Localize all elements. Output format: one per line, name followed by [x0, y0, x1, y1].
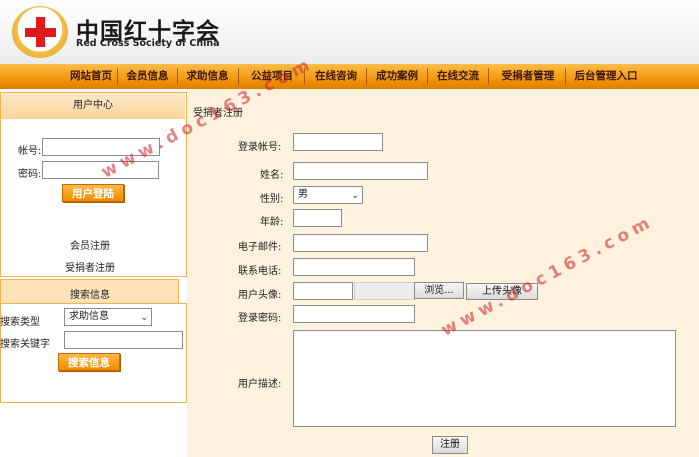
login-button[interactable]: 用户登陆 — [62, 184, 124, 202]
search-button[interactable]: 搜索信息 — [58, 353, 120, 371]
account-label: 帐号: — [18, 146, 42, 157]
nav-divider — [177, 68, 178, 85]
nav-home[interactable]: 网站首页 — [66, 64, 116, 89]
chevron-down-icon: ⌄ — [351, 191, 359, 201]
login-account-input[interactable] — [293, 133, 383, 151]
red-cross-icon-bar — [25, 28, 56, 37]
nav-divider — [366, 68, 367, 85]
nav-admin-login[interactable]: 后台管理入口 — [568, 64, 644, 89]
avatar-file-path — [354, 282, 416, 300]
search-keyword-label: 搜索关键字 — [0, 339, 50, 350]
description-textarea[interactable] — [293, 330, 676, 427]
recipient-register-link[interactable]: 受捐者注册 — [65, 259, 115, 274]
login-password-label: 登录密码: — [238, 313, 282, 324]
age-input[interactable] — [293, 209, 342, 227]
avatar-label: 用户头像: — [238, 290, 282, 301]
gender-value: 男 — [298, 189, 308, 200]
nav-success-cases[interactable]: 成功案例 — [369, 64, 425, 89]
avatar-file-input[interactable] — [293, 282, 353, 300]
login-password-input[interactable] — [293, 305, 415, 323]
nav-divider — [565, 68, 566, 85]
chevron-down-icon: ⌄ — [140, 313, 148, 323]
nav-online-chat[interactable]: 在线交流 — [430, 64, 486, 89]
nav-divider — [488, 68, 489, 85]
email-label: 电子邮件: — [238, 242, 282, 253]
user-center-title: 用户中心 — [1, 93, 185, 119]
gender-label: 性别: — [260, 194, 284, 205]
email-input[interactable] — [293, 234, 428, 252]
login-account-label: 登录帐号: — [238, 142, 282, 153]
gender-select[interactable]: 男 ⌄ — [293, 186, 363, 204]
nav-recipient-admin[interactable]: 受捐者管理 — [493, 64, 563, 89]
search-type-select[interactable]: 求助信息 ⌄ — [64, 308, 152, 326]
nav-member-info[interactable]: 会员信息 — [120, 64, 175, 89]
logo-english-title: Red Cross Society of China — [76, 38, 220, 49]
browse-button[interactable]: 浏览... — [414, 282, 464, 299]
nav-divider — [427, 68, 428, 85]
password-label: 密码: — [18, 169, 42, 180]
description-label: 用户描述: — [238, 379, 282, 390]
register-submit-button[interactable]: 注册 — [432, 436, 468, 454]
age-label: 年龄: — [260, 217, 284, 228]
name-input[interactable] — [293, 162, 428, 180]
member-register-link[interactable]: 会员注册 — [70, 237, 110, 252]
nav-help-info[interactable]: 求助信息 — [180, 64, 235, 89]
search-type-value: 求助信息 — [69, 311, 109, 322]
nav-online-consult[interactable]: 在线咨询 — [308, 64, 364, 89]
search-keyword-input[interactable] — [64, 331, 183, 349]
phone-input[interactable] — [293, 258, 415, 276]
name-label: 姓名: — [260, 170, 284, 181]
nav-divider — [238, 68, 239, 85]
phone-label: 联系电话: — [238, 266, 282, 277]
nav-divider — [117, 68, 118, 85]
search-type-label: 搜索类型 — [0, 317, 40, 328]
search-panel-title: 搜索信息 — [70, 290, 110, 301]
